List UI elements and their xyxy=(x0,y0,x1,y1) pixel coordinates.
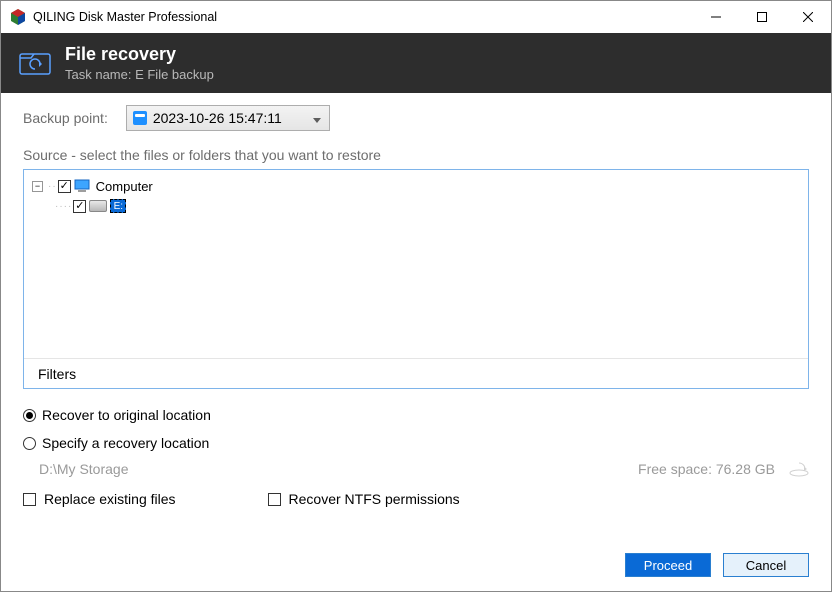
recovery-path: D:\My Storage xyxy=(39,461,128,477)
window-controls xyxy=(693,1,831,33)
backup-point-value: 2023-10-26 15:47:11 xyxy=(153,110,282,126)
backup-point-dropdown[interactable]: 2023-10-26 15:47:11 xyxy=(126,105,330,131)
checkbox-replace-existing[interactable]: Replace existing files xyxy=(23,491,176,507)
free-space-label: Free space: 76.28 GB xyxy=(638,461,775,477)
tree-row-computer[interactable]: − ·· Computer xyxy=(32,176,800,196)
computer-icon xyxy=(74,179,92,193)
titlebar: QILING Disk Master Professional xyxy=(1,1,831,33)
source-label: Source - select the files or folders tha… xyxy=(23,147,809,163)
tree-connector: ···· xyxy=(54,201,73,212)
tree-row-drive[interactable]: ···· E: xyxy=(32,196,800,216)
tree-connector: ·· xyxy=(47,181,58,192)
checkbox-drive-e[interactable] xyxy=(73,200,86,213)
proceed-button[interactable]: Proceed xyxy=(625,553,711,577)
page-title: File recovery xyxy=(65,44,214,65)
tree-label-computer: Computer xyxy=(96,179,153,194)
browse-icon[interactable] xyxy=(789,461,809,477)
checkbox-icon xyxy=(23,493,36,506)
close-button[interactable] xyxy=(785,1,831,33)
task-name: Task name: E File backup xyxy=(65,67,214,82)
page-header: File recovery Task name: E File backup xyxy=(1,33,831,93)
disk-icon xyxy=(133,111,147,125)
drive-icon xyxy=(89,200,107,212)
radio-icon xyxy=(23,437,36,450)
filters-button[interactable]: Filters xyxy=(24,358,808,388)
chevron-down-icon xyxy=(313,110,321,126)
source-tree: − ·· Computer ···· E: Filters xyxy=(23,169,809,389)
checkbox-computer[interactable] xyxy=(58,180,71,193)
radio-original-location[interactable]: Recover to original location xyxy=(23,407,809,423)
maximize-button[interactable] xyxy=(739,1,785,33)
checkbox-icon xyxy=(268,493,281,506)
app-icon xyxy=(9,8,27,26)
radio-specify-location[interactable]: Specify a recovery location xyxy=(23,435,809,451)
radio-icon xyxy=(23,409,36,422)
drive-letter-badge: E: xyxy=(110,199,126,213)
window-title: QILING Disk Master Professional xyxy=(33,10,693,24)
checkbox-recover-ntfs[interactable]: Recover NTFS permissions xyxy=(268,491,460,507)
minimize-button[interactable] xyxy=(693,1,739,33)
backup-point-label: Backup point: xyxy=(23,110,108,126)
collapse-icon[interactable]: − xyxy=(32,181,43,192)
cancel-button[interactable]: Cancel xyxy=(723,553,809,577)
file-recovery-icon xyxy=(19,51,51,75)
